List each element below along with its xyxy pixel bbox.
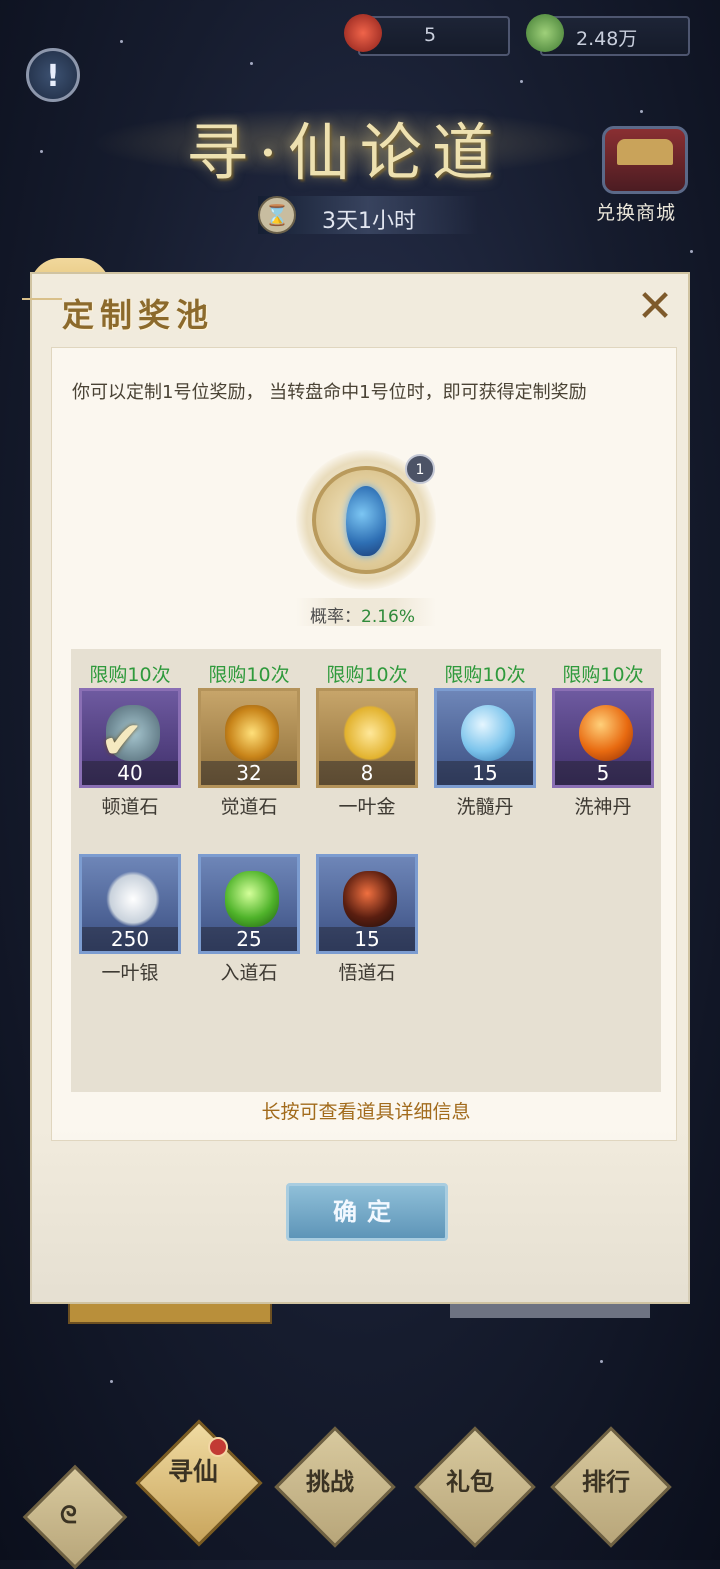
star (640, 110, 643, 113)
item-wu-dao-stone[interactable]: 15 悟道石 (316, 816, 418, 984)
flame-talisman-icon (344, 14, 382, 52)
item-name: 顿道石 (101, 796, 159, 818)
jade-coin-icon (526, 14, 564, 52)
item-name: 觉道石 (220, 796, 278, 818)
exchange-shop-button[interactable] (602, 126, 688, 194)
title-divider (22, 298, 62, 300)
star (690, 250, 693, 253)
currency-value: 5 (424, 24, 437, 46)
slot-number-badge: 1 (405, 454, 435, 484)
silver-leaf-icon (106, 871, 160, 927)
nav-label-text: 礼包 (446, 1467, 494, 1496)
item-xi-shen-pill[interactable]: 限购10次 5 洗神丹 (552, 650, 654, 818)
orange-pill-icon (579, 705, 633, 761)
lava-stone-icon (343, 871, 397, 927)
purchase-limit: 限购10次 (89, 664, 171, 686)
purchase-limit: 限购10次 (562, 664, 644, 686)
swirl-icon: ᘓ (60, 1500, 77, 1529)
star (600, 1360, 603, 1363)
nav-label: 排行 (582, 1462, 630, 1497)
purchase-limit: 限购10次 (208, 664, 290, 686)
blue-stone-icon (346, 486, 386, 556)
item-count: 40 (82, 761, 178, 785)
star (110, 1380, 113, 1383)
item-name: 洗神丹 (574, 796, 632, 818)
item-card: 250 (79, 854, 181, 954)
item-name: 悟道石 (338, 962, 396, 984)
rate-label: 概率： (310, 607, 361, 627)
blue-pill-icon (461, 705, 515, 761)
nav-label: 礼包 (446, 1462, 494, 1497)
star (520, 80, 523, 83)
notification-dot (208, 1437, 228, 1457)
item-name: 洗髓丹 (456, 796, 514, 818)
star (40, 150, 43, 153)
item-name: 入道石 (220, 962, 278, 984)
ginkgo-leaf-icon (343, 705, 397, 761)
item-name: 一叶银 (101, 962, 159, 984)
confirm-button[interactable]: 确定 (286, 1183, 448, 1241)
item-count: 15 (319, 927, 415, 951)
item-count: 32 (201, 761, 297, 785)
hourglass-icon: ⌛ (258, 196, 296, 234)
nav-label: 挑战 (306, 1462, 354, 1497)
event-title: 寻·仙论道 (186, 116, 504, 189)
item-count: 250 (82, 927, 178, 951)
item-card: ✔ 40 (79, 688, 181, 788)
info-button[interactable]: ! (26, 48, 80, 102)
green-stone-icon (225, 871, 279, 927)
item-card: 25 (198, 854, 300, 954)
item-jue-dao-stone[interactable]: 限购10次 32 觉道石 (198, 650, 300, 818)
item-count: 8 (319, 761, 415, 785)
exchange-shop-label: 兑换商城 (596, 202, 677, 224)
item-count: 15 (437, 761, 533, 785)
purchase-limit: 限购10次 (326, 664, 408, 686)
item-count: 25 (201, 927, 297, 951)
item-name: 一叶金 (338, 796, 396, 818)
star (250, 62, 253, 65)
long-press-hint: 长按可查看道具详细信息 (261, 1101, 471, 1123)
gold-stone-icon (225, 705, 279, 761)
nav-label-text: 挑战 (306, 1467, 354, 1496)
item-card: 8 (316, 688, 418, 788)
close-icon[interactable]: ✕ (634, 285, 676, 329)
item-dun-dao-stone[interactable]: 限购10次 ✔ 40 顿道石 (79, 650, 181, 818)
purchase-limit: 限购10次 (444, 664, 526, 686)
item-golden-leaf[interactable]: 限购10次 8 一叶金 (316, 650, 418, 818)
dialog-description: 你可以定制1号位奖励， 当转盘命中1号位时，即可获得定制奖励 (72, 382, 587, 403)
item-count: 5 (555, 761, 651, 785)
nav-label-text: 排行 (582, 1467, 630, 1496)
item-ru-dao-stone[interactable]: 25 入道石 (198, 816, 300, 984)
star (120, 40, 123, 43)
item-card: 15 (434, 688, 536, 788)
dialog-title: 定制奖池 (62, 296, 215, 334)
slot-rate: 概率：2.16% (310, 602, 415, 627)
item-xi-sui-pill[interactable]: 限购10次 15 洗髓丹 (434, 650, 536, 818)
currency-value: 2.48万 (576, 28, 638, 50)
item-card: 32 (198, 688, 300, 788)
item-silver-leaf[interactable]: 250 一叶银 (79, 816, 181, 984)
nav-label: 寻仙 (168, 1452, 218, 1488)
nav-label-text: 寻仙 (168, 1457, 219, 1486)
item-card: 15 (316, 854, 418, 954)
event-timer: 3天1小时 (322, 209, 416, 234)
rate-value: 2.16% (361, 607, 416, 627)
item-card: 5 (552, 688, 654, 788)
event-title-banner: 寻·仙论道 (90, 88, 600, 198)
